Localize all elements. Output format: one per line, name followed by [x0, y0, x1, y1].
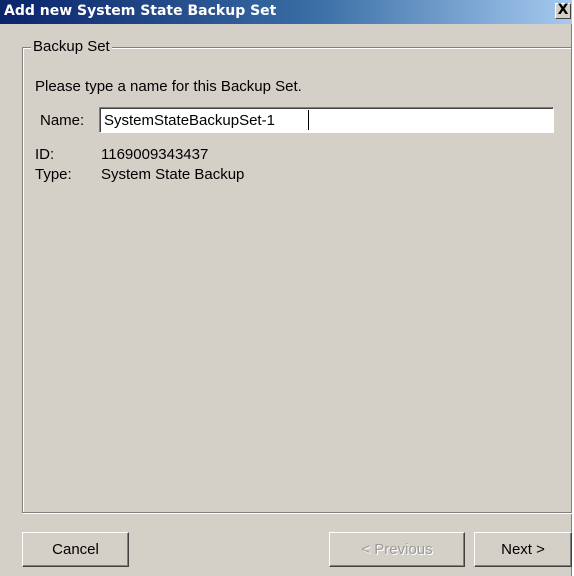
id-label: ID: [35, 146, 55, 163]
groupbox-legend: Backup Set [31, 38, 112, 55]
previous-button[interactable]: < Previous [329, 532, 465, 567]
id-value: 1169009343437 [101, 146, 209, 163]
name-label: Name: [40, 112, 85, 129]
cancel-button[interactable]: Cancel [22, 532, 129, 567]
dialog-window: Add new System State Backup Set X Backup… [0, 0, 572, 576]
close-button[interactable]: X [555, 3, 571, 19]
type-label: Type: [35, 166, 72, 183]
next-button[interactable]: Next > [474, 532, 572, 567]
window-title: Add new System State Backup Set [4, 3, 277, 19]
type-value: System State Backup [101, 166, 245, 183]
name-input[interactable] [99, 107, 554, 133]
instruction-text: Please type a name for this Backup Set. [35, 78, 302, 95]
text-caret [308, 110, 309, 130]
title-bar[interactable]: Add new System State Backup Set X [0, 0, 572, 24]
